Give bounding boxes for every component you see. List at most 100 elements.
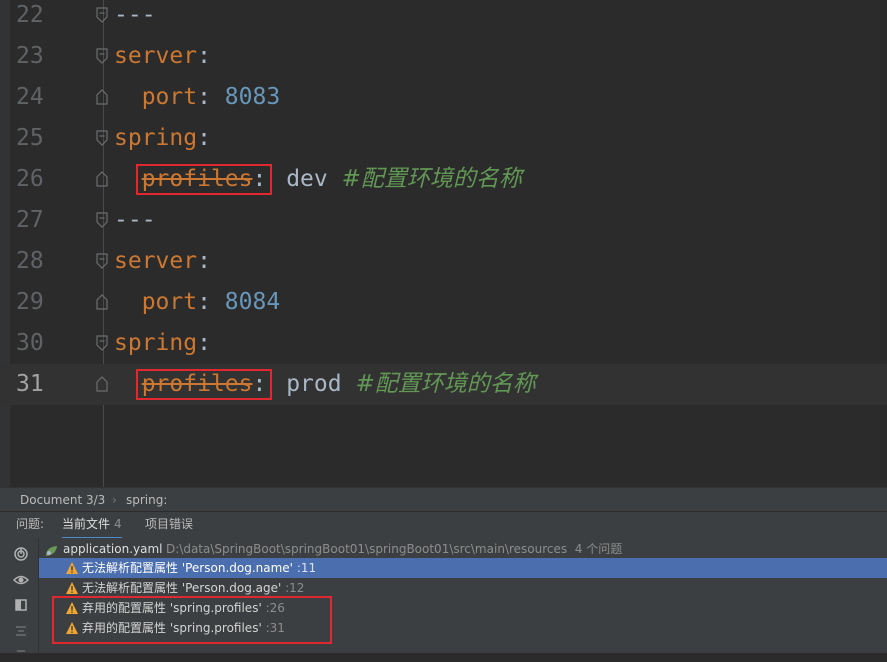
tab-current-file[interactable]: 当前文件 4 xyxy=(62,512,122,540)
code-token: port xyxy=(141,84,198,110)
fold-marker-icon[interactable] xyxy=(96,89,108,105)
code-text: server: xyxy=(114,36,211,77)
code-token: --- xyxy=(114,207,156,233)
file-node[interactable]: application.yaml D:\data\SpringBoot\spri… xyxy=(39,539,887,559)
code-token: : xyxy=(197,125,211,151)
code-text: port: 8084 xyxy=(114,282,280,323)
code-line[interactable]: 31 profiles: prod #配置环境的名称 xyxy=(0,364,887,405)
line-number: 29 xyxy=(16,289,44,315)
code-text: server: xyxy=(114,241,211,282)
code-text: spring: xyxy=(114,118,211,159)
code-line[interactable]: 29 port: 8084 xyxy=(0,282,887,323)
code-token: #配置环境的名称 xyxy=(341,166,522,192)
tab-current-file-label: 当前文件 xyxy=(62,517,111,531)
fold-marker-icon[interactable] xyxy=(96,130,108,146)
code-line[interactable]: 30 spring: xyxy=(0,323,887,364)
code-token: #配置环境的名称 xyxy=(355,371,536,397)
problem-line: :11 xyxy=(296,561,317,575)
line-number: 26 xyxy=(16,166,44,192)
breadcrumb-document[interactable]: Document 3/3 xyxy=(20,488,105,512)
spring-leaf-icon xyxy=(45,543,57,556)
code-token: prod xyxy=(272,371,356,397)
warning-icon xyxy=(65,561,79,575)
problems-tabbar: 问题: 当前文件 4 项目错误 xyxy=(0,511,887,540)
problem-message: 无法解析配置属性 'Person.dog.name' xyxy=(82,561,293,575)
code-line[interactable]: 24 port: 8083 xyxy=(0,77,887,118)
code-token: profiles xyxy=(141,166,253,192)
line-number: 31 xyxy=(16,371,44,397)
code-token: : xyxy=(197,289,225,315)
code-text: --- xyxy=(114,200,156,241)
fold-marker-icon[interactable] xyxy=(96,253,108,269)
fold-marker-icon[interactable] xyxy=(96,294,108,310)
file-name: application.yaml xyxy=(63,542,163,556)
line-number: 22 xyxy=(16,2,44,28)
problem-item[interactable]: 无法解析配置属性 'Person.dog.name' :11 xyxy=(39,558,887,578)
code-token: : xyxy=(197,84,225,110)
file-problem-count: 4 个问题 xyxy=(574,542,623,556)
collapse-icon[interactable] xyxy=(13,623,29,639)
deprecated-key-highlight: profiles: xyxy=(135,164,273,195)
fold-marker-icon[interactable] xyxy=(96,171,108,187)
fold-marker-icon[interactable] xyxy=(96,212,108,228)
code-text: --- xyxy=(114,0,156,36)
code-token: spring xyxy=(114,330,198,356)
problem-line: :12 xyxy=(285,581,305,595)
problems-sync-icon[interactable] xyxy=(13,546,29,562)
code-token: : xyxy=(197,330,211,356)
tab-current-file-count: 4 xyxy=(114,517,122,531)
code-line[interactable]: 23 server: xyxy=(0,36,887,77)
code-token: : xyxy=(197,248,211,274)
code-text: profiles: prod #配置环境的名称 xyxy=(114,364,536,405)
fold-marker-icon[interactable] xyxy=(96,7,108,23)
code-text: port: 8083 xyxy=(114,77,280,118)
code-text: profiles: dev #配置环境的名称 xyxy=(114,159,522,200)
file-path-text: D:\data\SpringBoot\springBoot01\springBo… xyxy=(166,542,568,556)
code-line[interactable]: 26 profiles: dev #配置环境的名称 xyxy=(0,159,887,200)
fold-marker-icon[interactable] xyxy=(96,48,108,64)
problem-item[interactable]: 无法解析配置属性 'Person.dog.age' :12 xyxy=(39,578,887,598)
code-token: spring xyxy=(114,125,198,151)
code-token: profiles xyxy=(141,371,253,397)
line-number: 25 xyxy=(16,125,44,151)
code-token: --- xyxy=(114,2,156,28)
code-token: 8083 xyxy=(224,84,281,110)
code-text: spring: xyxy=(114,323,211,364)
line-number: 28 xyxy=(16,248,44,274)
code-editor[interactable]: 22 --- 23 server: 24 port: 8083 25 spring: 26 p… xyxy=(0,0,887,487)
warning-icon xyxy=(65,581,79,595)
breadcrumb-path[interactable]: spring: xyxy=(126,488,167,512)
code-token: server xyxy=(114,43,198,69)
problems-toolbar xyxy=(0,538,39,653)
code-token: : xyxy=(197,43,211,69)
code-token: dev xyxy=(272,166,342,192)
code-token: server xyxy=(114,248,198,274)
preview-icon[interactable] xyxy=(13,597,29,613)
breadcrumb: Document 3/3 › spring: xyxy=(0,487,887,512)
highlight-box xyxy=(52,596,332,644)
problem-text: 无法解析配置属性 'Person.dog.age' :12 xyxy=(82,578,304,598)
line-number: 30 xyxy=(16,330,44,356)
problem-text: 无法解析配置属性 'Person.dog.name' :11 xyxy=(82,558,316,578)
code-token: : xyxy=(252,166,267,192)
breadcrumb-separator: › xyxy=(112,493,117,507)
code-token: 8084 xyxy=(224,289,281,315)
line-number: 23 xyxy=(16,43,44,69)
code-token: port xyxy=(141,289,198,315)
fold-marker-icon[interactable] xyxy=(96,376,108,392)
code-line[interactable]: 27 --- xyxy=(0,200,887,241)
fold-marker-icon[interactable] xyxy=(96,335,108,351)
code-line[interactable]: 28 server: xyxy=(0,241,887,282)
tab-project-errors[interactable]: 项目错误 xyxy=(145,512,193,537)
more-icon[interactable] xyxy=(13,646,29,662)
code-line[interactable]: 22 --- xyxy=(0,0,887,36)
code-token: : xyxy=(252,371,267,397)
code-line[interactable]: 25 spring: xyxy=(0,118,887,159)
problem-message: 无法解析配置属性 'Person.dog.age' xyxy=(82,581,282,595)
line-number: 27 xyxy=(16,207,44,233)
line-number: 24 xyxy=(16,84,44,110)
file-path: D:\data\SpringBoot\springBoot01\springBo… xyxy=(166,539,622,559)
eye-icon[interactable] xyxy=(12,572,30,588)
problems-label: 问题: xyxy=(16,517,45,531)
deprecated-key-highlight: profiles: xyxy=(135,369,273,400)
